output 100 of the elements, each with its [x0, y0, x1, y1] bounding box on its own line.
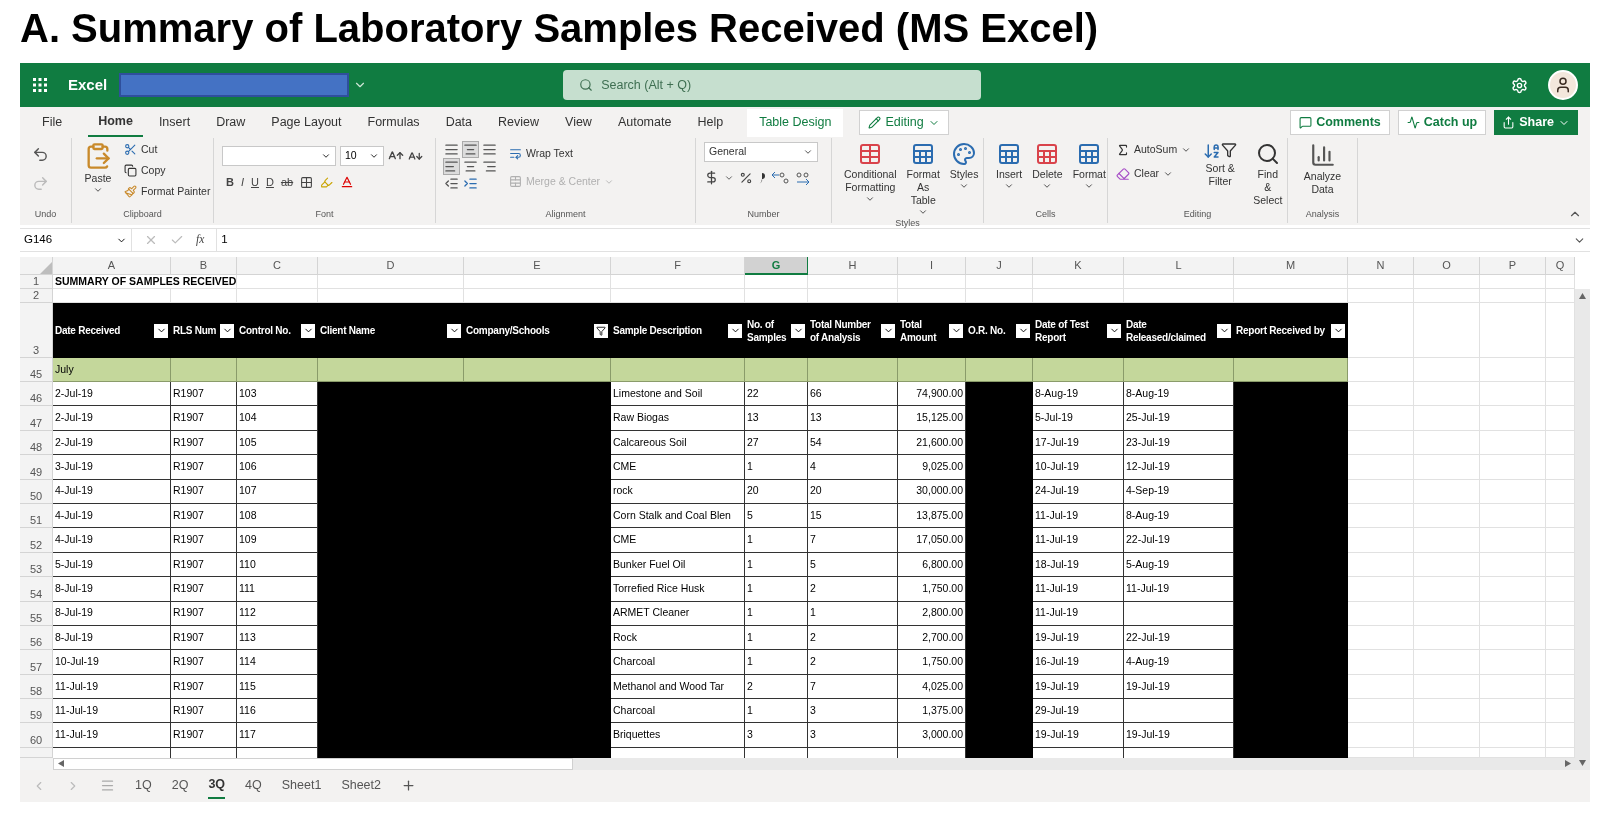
wrap-text-button[interactable]: Wrap Text [509, 146, 615, 162]
ribbon-tab[interactable]: Page Layout [261, 108, 352, 137]
column-header[interactable]: O [1414, 257, 1480, 275]
undo-icon[interactable] [32, 146, 49, 163]
dropdown-button[interactable] [791, 323, 805, 338]
row-number[interactable]: 52 [20, 528, 53, 553]
toolbar-button[interactable]: Comments [1290, 110, 1390, 135]
share-button[interactable]: Share [1494, 110, 1578, 135]
row-number[interactable]: 47 [20, 406, 53, 431]
align-bottom-icon[interactable] [482, 142, 497, 157]
column-header[interactable]: A [53, 257, 171, 275]
row-number[interactable]: 1 [20, 275, 53, 289]
underline-button[interactable]: U [251, 174, 259, 191]
ribbon-tab[interactable]: Formulas [357, 108, 430, 137]
align-middle-icon[interactable] [463, 142, 478, 157]
sheet-tab[interactable]: 3Q [208, 772, 226, 799]
row-number[interactable]: 59 [20, 699, 53, 724]
italic-button[interactable]: I [240, 174, 244, 191]
ribbon-tab[interactable]: Table Design [747, 108, 844, 137]
dropdown-button[interactable] [154, 323, 168, 338]
align-right-icon[interactable] [482, 159, 497, 174]
paste-button[interactable]: Paste [80, 142, 116, 200]
column-header[interactable]: E [464, 257, 611, 275]
conditional-formatting-button[interactable]: Conditional Formatting [840, 142, 901, 217]
ribbon-tab[interactable]: Insert [148, 108, 201, 137]
dropdown-button[interactable] [220, 323, 234, 338]
ribbon-tab[interactable]: Home [88, 108, 143, 137]
cells-button[interactable]: Delete [1028, 142, 1067, 191]
dropdown-button[interactable] [949, 323, 963, 338]
column-header[interactable]: F [611, 257, 745, 275]
sheet-tab[interactable]: 4Q [245, 772, 262, 799]
comma-style-icon[interactable] [758, 170, 766, 185]
sort-filter-button[interactable]: Sort & Filter [1199, 142, 1242, 207]
ribbon-tab[interactable]: Draw [206, 108, 256, 137]
row-number[interactable]: 48 [20, 430, 53, 456]
row-number[interactable]: 2 [20, 289, 53, 303]
row-number[interactable]: 55 [20, 601, 53, 626]
dropdown-button[interactable] [1107, 323, 1121, 338]
indent-decrease-icon[interactable] [444, 176, 459, 191]
bold-button[interactable]: B [226, 174, 234, 191]
align-top-icon[interactable] [444, 142, 459, 157]
scroll-right-icon[interactable] [1565, 760, 1571, 768]
cell-styles-button[interactable]: Styles [945, 142, 983, 217]
column-header[interactable]: L [1124, 257, 1234, 275]
column-header[interactable]: Q [1546, 257, 1575, 275]
ribbon-tab[interactable]: Data [435, 108, 483, 137]
column-header[interactable]: J [966, 257, 1033, 275]
cut-button[interactable]: Cut [124, 142, 211, 158]
dropdown-button[interactable] [301, 323, 315, 338]
row-number[interactable]: 56 [20, 625, 53, 651]
column-header[interactable]: K [1033, 257, 1124, 275]
name-box[interactable]: G146 [20, 229, 132, 251]
column-header[interactable]: H [808, 257, 898, 275]
dropdown-button[interactable] [881, 323, 895, 338]
row-number[interactable]: 60 [20, 723, 53, 748]
row-number[interactable]: 54 [20, 577, 53, 602]
search-field[interactable]: Search (Alt + Q) [563, 70, 982, 100]
font-name-field[interactable] [222, 146, 336, 166]
row-number[interactable]: 53 [20, 552, 53, 578]
copy-button[interactable]: Copy [124, 162, 211, 179]
format-painter-button[interactable]: Format Painter [124, 183, 211, 200]
analyze-data-button[interactable]: Analyze Data [1296, 142, 1349, 196]
sheet-tab[interactable]: Sheet1 [281, 772, 322, 799]
number-format-field[interactable]: General [704, 142, 818, 162]
sheet-tab[interactable]: Sheet2 [341, 772, 381, 799]
column-header[interactable]: M [1234, 257, 1348, 275]
filter-button[interactable] [594, 323, 608, 338]
indent-increase-icon[interactable] [463, 176, 478, 191]
double-underline-button[interactable]: D [265, 174, 274, 191]
format-as-table-button[interactable]: Format As Table [902, 142, 944, 217]
row-number[interactable]: 46 [20, 382, 53, 407]
cells-button[interactable]: Format [1068, 142, 1110, 191]
strikethrough-button[interactable]: ab [280, 174, 294, 191]
function-button[interactable]: fx [196, 231, 205, 249]
column-header[interactable]: N [1348, 257, 1414, 275]
row-number[interactable]: 49 [20, 455, 53, 480]
avatar[interactable] [1548, 70, 1578, 100]
currency-icon[interactable] [704, 170, 719, 185]
find-select-button[interactable]: Find & Select [1249, 142, 1287, 207]
autosum-button[interactable]: AutoSum [1116, 142, 1192, 158]
row-number[interactable]: 50 [20, 479, 53, 504]
borders-icon[interactable] [300, 175, 314, 189]
toolbar-button[interactable]: Catch up [1397, 110, 1487, 135]
ribbon-tab[interactable]: File [32, 108, 73, 137]
editing-mode-button[interactable]: Editing [859, 110, 949, 135]
font-size-field[interactable]: 10 [340, 146, 384, 166]
dropdown-button[interactable] [1016, 323, 1030, 338]
ribbon-tab[interactable]: Automate [607, 108, 682, 137]
column-header[interactable]: G [745, 257, 808, 275]
column-header[interactable]: B [171, 257, 237, 275]
vertical-scrollbar[interactable] [1575, 289, 1590, 770]
dropdown-button[interactable] [447, 323, 461, 338]
ribbon-tab[interactable]: Help [687, 108, 734, 137]
add-sheet-icon[interactable] [401, 778, 416, 794]
dropdown-button[interactable] [1217, 323, 1231, 338]
column-header[interactable]: I [898, 257, 966, 275]
align-center-icon[interactable] [463, 159, 478, 174]
sheet-tab[interactable]: 2Q [171, 772, 189, 799]
column-header[interactable]: C [237, 257, 318, 275]
font-color-icon[interactable] [340, 175, 355, 190]
